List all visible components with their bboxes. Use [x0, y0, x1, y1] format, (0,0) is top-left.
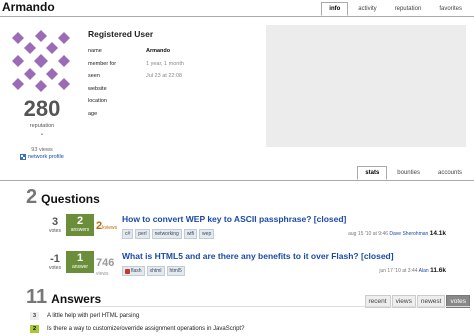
question-date: aug 15 '10 at 9:46 [348, 231, 389, 237]
tab-info[interactable]: info [321, 2, 349, 16]
tag-label: flash [131, 268, 142, 274]
reputation-label: reputation [29, 123, 55, 129]
vote-count: -1 votes [44, 253, 66, 271]
tag-list: c# perl networking wifi wep [122, 229, 215, 239]
questions-heading: 2 Questions [26, 186, 100, 209]
question-date: jun 17 '10 at 3:44 [379, 268, 418, 274]
info-value: 1 year, 1 month [146, 60, 184, 67]
flash-icon [125, 268, 130, 274]
tag-list: flash xhtml html5 [122, 266, 185, 276]
question-summary: -1 votes 1 answer 746 views What is HTML… [44, 251, 470, 289]
info-key: age [88, 110, 98, 117]
question-summary: 3 votes 2 answers 2kviews How to convert… [44, 214, 470, 252]
tag[interactable]: networking [151, 229, 182, 239]
answer-score-accepted: 2 [30, 325, 39, 333]
question-meta: jun 17 '10 at 3:44 Alan 11.6k [379, 267, 446, 274]
answer-label: answers [70, 227, 90, 233]
network-profile-label: network profile [28, 154, 64, 160]
user-reputation: 14.1k [429, 230, 446, 237]
answers-count: 11 [26, 286, 48, 308]
tab-bounties[interactable]: bounties [389, 166, 428, 180]
questions-label: Questions [41, 192, 100, 206]
tag[interactable]: perl [135, 229, 150, 239]
answer-count: 1 answer [66, 251, 94, 273]
divider [0, 16, 474, 17]
view-label: views [96, 271, 109, 277]
avatar [12, 30, 70, 92]
network-icon [20, 154, 26, 160]
tab-accounts[interactable]: accounts [429, 166, 470, 180]
info-row-website: website [88, 83, 184, 96]
about-me-box [266, 25, 466, 147]
reputation-score: 280 [23, 96, 61, 121]
tab-activity[interactable]: activity [350, 2, 385, 16]
answer-link[interactable]: Is there a way to customize/override ass… [47, 326, 244, 332]
tab-stats[interactable]: stats [357, 166, 388, 180]
answer-number: 1 [76, 252, 84, 264]
info-key: seen [88, 73, 100, 80]
answer-number: 2 [76, 215, 84, 227]
view-count: 746 views [96, 253, 118, 277]
divider [80, 306, 470, 307]
profile-info-table: name Armando member for 1 year, 1 month … [88, 45, 184, 120]
question-link[interactable]: How to convert WEP key to ASCII passphra… [122, 214, 346, 224]
tab-favorites[interactable]: favorites [431, 2, 470, 16]
user-reputation: 11.6k [430, 267, 446, 274]
registered-user-heading: Registered User [88, 29, 154, 39]
network-profile-link[interactable]: network profile [20, 154, 64, 160]
question-link[interactable]: What is HTML5 and are there any benefits… [122, 251, 394, 261]
answer-count: 2 answers [66, 214, 94, 236]
tag-flash[interactable]: flash [122, 266, 145, 276]
vote-label: votes [49, 265, 61, 271]
page-title: Armando [2, 0, 55, 14]
view-label: kviews [102, 225, 118, 231]
tag[interactable]: c# [122, 229, 134, 239]
tag[interactable]: xhtml [146, 266, 165, 276]
info-row-seen: seen Jul 23 at 22:08 [88, 70, 184, 83]
tag[interactable]: wifi [183, 229, 198, 239]
info-value: Armando [146, 48, 171, 55]
answer-row: 2 Is there a way to customize/override a… [30, 325, 244, 333]
info-row-location: location [88, 95, 184, 108]
tab-reputation[interactable]: reputation [386, 2, 430, 16]
user-link[interactable]: Dave Sherohman [389, 231, 428, 237]
answer-link[interactable]: A little help with perl HTML parsing [47, 313, 139, 319]
info-row-name: name Armando [88, 45, 184, 58]
answer-label: answer [71, 264, 89, 270]
profile-tabs: info activity reputation favorites [321, 2, 470, 16]
stats-tabs: stats bounties accounts [357, 166, 470, 180]
tag[interactable]: html5 [166, 266, 185, 276]
answers-label: Answers [51, 292, 102, 306]
info-key: name [88, 48, 102, 55]
info-value: Jul 23 at 22:08 [146, 73, 183, 80]
questions-count: 2 [26, 186, 38, 208]
answer-score: 3 [30, 312, 39, 320]
vote-label: votes [49, 228, 61, 234]
view-number: 746 [96, 257, 115, 269]
info-key: member for [88, 60, 117, 67]
divider [0, 180, 474, 181]
tag[interactable]: wep [199, 229, 215, 239]
reputation-dot: • [41, 132, 43, 138]
vote-number: 3 [51, 216, 59, 228]
info-row-age: age [88, 108, 184, 121]
answer-row: 3 A little help with perl HTML parsing [30, 312, 139, 320]
profile-views: 93 views [31, 147, 53, 153]
info-row-member-for: member for 1 year, 1 month [88, 58, 184, 71]
user-link[interactable]: Alan [419, 268, 429, 274]
vote-number: -1 [50, 253, 60, 265]
view-count: 2kviews [96, 216, 118, 234]
info-key: location [88, 98, 107, 105]
question-meta: aug 15 '10 at 9:46 Dave Sherohman 14.1k [348, 230, 446, 237]
info-key: website [88, 85, 107, 92]
vote-count: 3 votes [44, 216, 66, 234]
